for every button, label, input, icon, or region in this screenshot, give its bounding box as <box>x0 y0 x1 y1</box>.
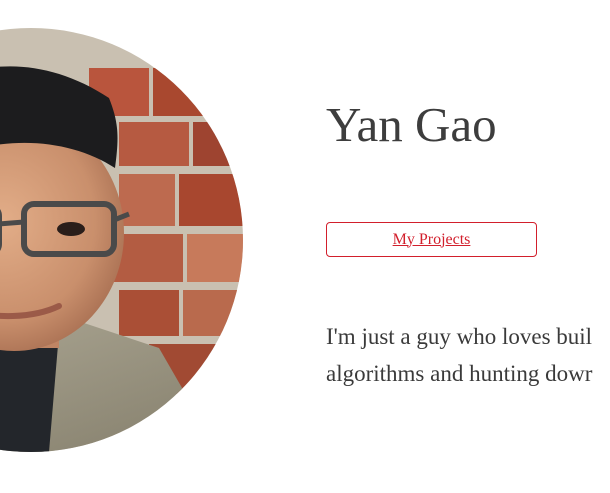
profile-name: Yan Gao <box>326 97 497 152</box>
profile-photo-image <box>0 28 243 452</box>
bio-text: I'm just a guy who loves buil algorithms… <box>326 318 610 392</box>
bio-line: algorithms and hunting dowr <box>326 361 593 386</box>
bio-line: I'm just a guy who loves buil <box>326 324 593 349</box>
my-projects-button[interactable]: My Projects <box>326 222 537 257</box>
profile-photo <box>0 28 243 452</box>
profile-page: Yan Gao My Projects I'm just a guy who l… <box>0 0 610 493</box>
